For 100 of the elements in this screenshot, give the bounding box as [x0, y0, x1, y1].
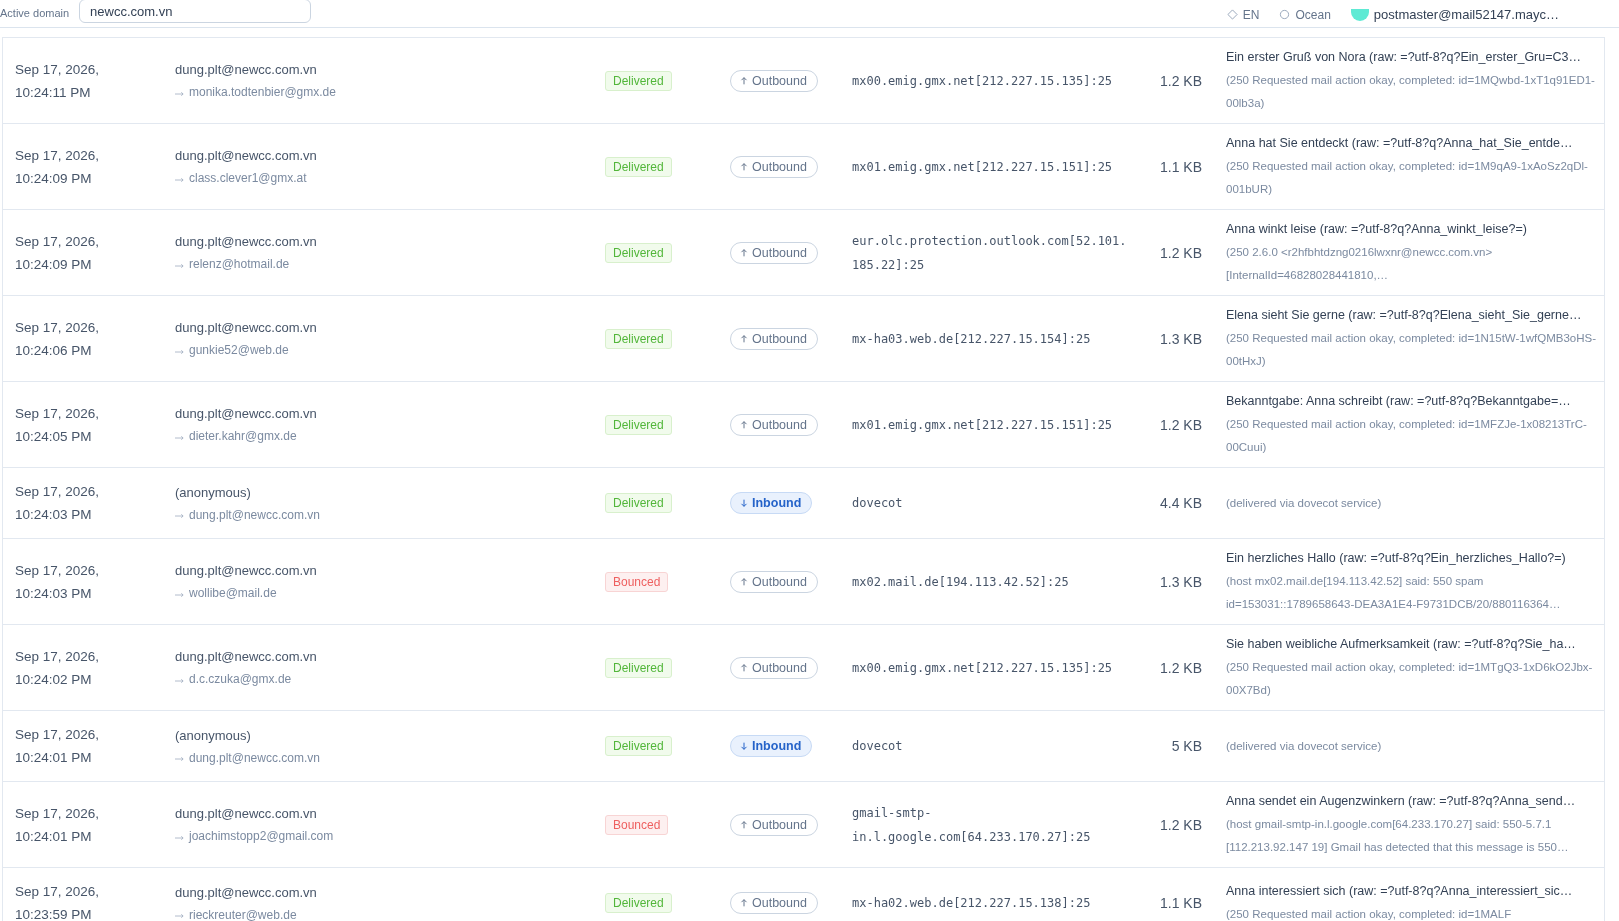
message-size: 1.2 KB	[1158, 244, 1202, 261]
relay-host: mx-ha02.web.de[212.227.15.138]:25	[852, 895, 1092, 912]
arrow-icon	[175, 176, 184, 183]
sender-address: dung.plt@newcc.com.vn	[175, 648, 318, 666]
subject-text: Ein erster Gruß von Nora (raw: =?utf-8?q?Ein_erster_Gru=C3…	[1226, 49, 1582, 66]
status-badge: Bounced	[605, 814, 669, 835]
arrow-icon	[175, 348, 184, 355]
sender-address: dung.plt@newcc.com.vn	[175, 319, 318, 337]
direction-tag: Inbound	[730, 735, 813, 757]
subject-text: Anna interessiert sich (raw: =?utf-8?q?Anna_interessiert_sic…	[1226, 883, 1574, 900]
recipient-address: wollibe@mail.de	[189, 585, 277, 602]
direction-tag: Outbound	[730, 813, 818, 836]
account-button[interactable]: postmaster@mail52147.mayc…	[1350, 7, 1559, 22]
direction-tag: Outbound	[730, 155, 818, 178]
sender-address: dung.plt@newcc.com.vn	[175, 562, 318, 580]
sender-address: dung.plt@newcc.com.vn	[175, 805, 318, 823]
direction-tag: Outbound	[730, 656, 818, 679]
sender-address: dung.plt@newcc.com.vn	[175, 61, 318, 79]
sender-address: dung.plt@newcc.com.vn	[175, 147, 318, 165]
message-size: 1.2 KB	[1158, 416, 1202, 433]
subject-text: Ein herzliches Hallo (raw: =?utf-8?q?Ein_herzliches_Hallo?=)	[1226, 550, 1567, 567]
message-size: 1.2 KB	[1158, 816, 1202, 833]
response-text: (delivered via dovecot service)	[1226, 738, 1383, 754]
direction-tag: Outbound	[730, 327, 818, 350]
response-text: (250 Requested mail action okay, completed: id=1MFZJe-1x08213TrC-00Cuui)	[1226, 417, 1588, 455]
relay-host: mx01.emig.gmx.net[212.227.15.151]:25	[852, 416, 1114, 434]
timestamp: Sep 17, 2026, 10:24:03 PM	[15, 561, 101, 603]
up-arrow-icon	[739, 75, 749, 86]
theme-button[interactable]: Ocean	[1279, 7, 1331, 22]
relay-host: dovecot	[852, 738, 904, 755]
message-size: 1.1 KB	[1158, 158, 1202, 175]
recipient-address: joachimstopp2@gmail.com	[189, 828, 334, 845]
recipient-address: class.clever1@gmx.at	[189, 170, 307, 187]
status-badge: Delivered	[605, 242, 672, 263]
arrow-icon	[175, 913, 184, 919]
recipient-address: dung.plt@newcc.com.vn	[189, 749, 320, 767]
arrow-icon	[175, 90, 184, 97]
status-badge: Delivered	[605, 70, 672, 91]
arrow-icon	[175, 756, 184, 762]
status-badge: Delivered	[605, 893, 672, 913]
timestamp: Sep 17, 2026, 10:24:03 PM	[15, 483, 101, 524]
message-size: 1.1 KB	[1158, 895, 1202, 911]
message-size: 4.4 KB	[1158, 495, 1202, 511]
arrow-icon	[175, 834, 184, 841]
circle-icon	[1279, 9, 1291, 20]
status-badge: Delivered	[605, 657, 672, 678]
subject-text: Anna winkt leise (raw: =?utf-8?q?Anna_winkt_leise?=)	[1226, 221, 1528, 238]
subject-text: Elena sieht Sie gerne (raw: =?utf-8?q?Elena_sieht_Sie_gerne…	[1226, 307, 1583, 324]
field-label: Active domain	[0, 7, 70, 19]
response-text: (250 Requested mail action okay, completed: id=1MQwbd-1xT1q91ED1-00lb3a)	[1226, 73, 1596, 111]
up-arrow-icon	[739, 333, 749, 344]
domain-field[interactable]: newcc.com.vn	[79, 0, 312, 23]
message-size: 1.3 KB	[1158, 573, 1202, 590]
message-size: 1.2 KB	[1158, 659, 1202, 676]
direction-tag: Outbound	[730, 241, 818, 264]
recipient-address: relenz@hotmail.de	[189, 256, 290, 273]
response-text: (250 Requested mail action okay, completed: id=1M9qA9-1xAoSz2qDl-001bUR)	[1226, 159, 1589, 197]
relay-host: eur.olc.protection.outlook.com[52.101.185.22]:25	[852, 232, 1128, 274]
language-button[interactable]: EN	[1226, 7, 1260, 22]
timestamp: Sep 17, 2026, 10:24:02 PM	[15, 647, 101, 689]
subject-text: Anna hat Sie entdeckt (raw: =?utf-8?q?Anna_hat_Sie_entde…	[1226, 135, 1574, 152]
recipient-address: dieter.kahr@gmx.de	[189, 428, 297, 445]
avatar-icon	[1350, 8, 1369, 21]
direction-tag: Outbound	[730, 413, 818, 436]
timestamp: Sep 17, 2026, 10:24:01 PM	[15, 726, 101, 767]
status-badge: Delivered	[605, 414, 672, 435]
recipient-address: rieckreuter@web.de	[189, 906, 297, 921]
response-text: (250 Requested mail action okay, completed: id=1MALF	[1226, 907, 1513, 921]
relay-host: mx02.mail.de[194.113.42.52]:25	[852, 573, 1070, 591]
arrow-icon	[175, 262, 184, 269]
relay-host: mx-ha03.web.de[212.227.15.154]:25	[852, 330, 1092, 348]
response-text: (250 2.6.0 <r2hfbhtdzng0216lwxnr@newcc.com.vn> [InternalId=46828028441810,…	[1226, 245, 1494, 283]
up-arrow-icon	[739, 247, 749, 258]
sender-address: (anonymous)	[175, 483, 252, 502]
sender-address: dung.plt@newcc.com.vn	[175, 405, 318, 423]
relay-host: mx01.emig.gmx.net[212.227.15.151]:25	[852, 158, 1114, 176]
subject-text: Sie haben weibliche Aufmerksamkeit (raw: =?utf-8?q?Sie_ha…	[1226, 636, 1577, 653]
response-text: (host gmail-smtp-in.l.google.com[64.233.170.27] said: 550-5.7.1 [112.213.92.147 19] Gmail has detected that this message is 550…	[1226, 817, 1570, 855]
arrow-icon	[175, 434, 184, 441]
up-arrow-icon	[739, 576, 749, 587]
response-text: (250 Requested mail action okay, completed: id=1MTgQ3-1xD6kO2Jbx-00X7Bd)	[1226, 660, 1594, 698]
sender-address: dung.plt@newcc.com.vn	[175, 233, 318, 251]
response-text: (250 Requested mail action okay, completed: id=1N15tW-1wfQMB3oHS-00tHxJ)	[1226, 331, 1597, 369]
response-text: (delivered via dovecot service)	[1226, 495, 1383, 511]
arrow-icon	[175, 677, 184, 684]
relay-host: gmail-smtp-in.l.google.com[64.233.170.27]:25	[852, 804, 1092, 846]
relay-host: mx00.emig.gmx.net[212.227.15.135]:25	[852, 659, 1114, 677]
timestamp: Sep 17, 2026, 10:24:05 PM	[15, 404, 101, 446]
up-arrow-icon	[739, 662, 749, 673]
recipient-address: gunkie52@web.de	[189, 342, 289, 359]
subject-text: Anna sendet ein Augenzwinkern (raw: =?utf-8?q?Anna_send…	[1226, 793, 1577, 810]
status-badge: Delivered	[605, 156, 672, 177]
up-arrow-icon	[739, 819, 749, 830]
up-arrow-icon	[739, 419, 749, 430]
up-arrow-icon	[739, 898, 749, 908]
status-badge: Delivered	[605, 493, 672, 513]
timestamp: Sep 17, 2026, 10:24:06 PM	[15, 318, 101, 360]
subject-text: Bekanntgabe: Anna schreibt (raw: =?utf-8?q?Bekanntgabe=…	[1226, 393, 1572, 410]
down-arrow-icon	[739, 498, 749, 508]
up-arrow-icon	[739, 161, 749, 172]
